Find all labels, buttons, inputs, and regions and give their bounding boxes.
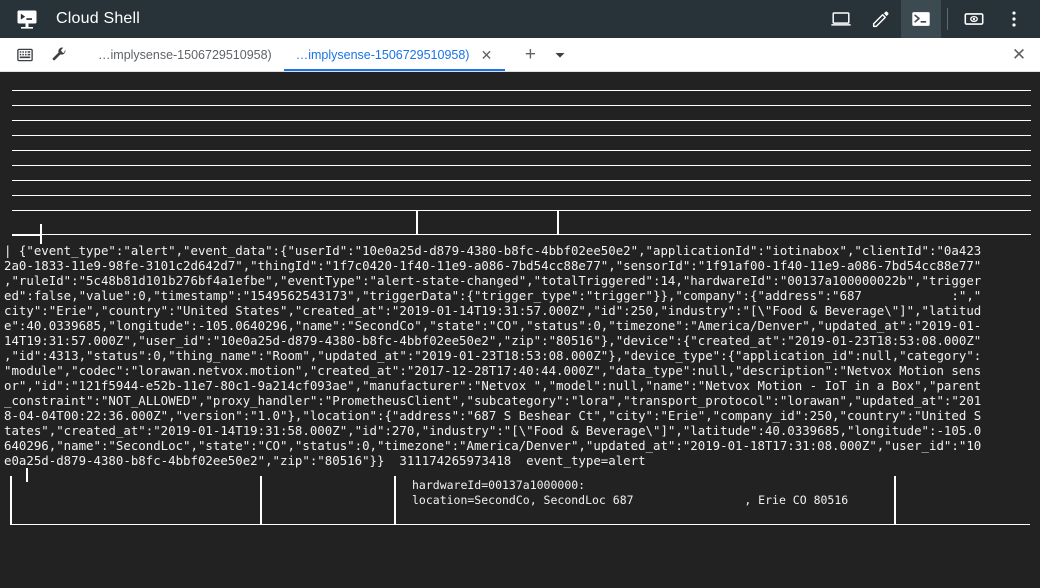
terminal-output-line: e":40.0339685,"longitude":-105.0640296,"… <box>4 318 982 333</box>
wrench-settings-icon[interactable] <box>42 38 76 71</box>
web-preview-icon[interactable] <box>954 0 994 38</box>
detail-box-separator <box>10 476 12 524</box>
terminal-output-line: tates","created_at":"2019-01-14T19:31:58… <box>4 423 982 438</box>
app-header: Cloud Shell <box>0 0 1040 38</box>
detail-box-bottom-rule <box>10 524 1030 525</box>
table-rule <box>12 210 1031 211</box>
header-divider <box>947 8 948 30</box>
terminal-output-line: _constraint":"NOT_ALLOWED","proxy_handle… <box>4 393 982 408</box>
header-left-group: Cloud Shell <box>0 6 140 32</box>
close-tab-icon[interactable]: ✕ <box>479 48 493 62</box>
detail-box-top-tick <box>26 468 28 482</box>
open-new-window-icon[interactable] <box>821 0 861 38</box>
detail-box-separator <box>894 476 896 524</box>
terminal-output-line: 2a0-1833-11e9-98fe-3101c2d642d7","thingI… <box>4 258 982 273</box>
table-rule <box>12 180 1031 181</box>
open-terminal-icon[interactable] <box>901 0 941 38</box>
terminal-tab-1[interactable]: …implysense-1506729510958) <box>86 38 284 71</box>
close-shell-button[interactable]: ✕ <box>998 38 1040 71</box>
table-rule <box>12 135 1031 136</box>
table-rule <box>12 234 1031 235</box>
terminal-viewport[interactable]: | {"event_type":"alert","event_data":{"u… <box>0 72 1040 588</box>
terminal-output: | {"event_type":"alert","event_data":{"u… <box>0 243 1040 468</box>
table-rule <box>12 165 1031 166</box>
detail-block-text: hardwareId=00137a1000000: location=Second… <box>412 478 848 508</box>
on-screen-keyboard-icon[interactable] <box>8 38 42 71</box>
terminal-output-line: ,"ruleId":"5c48b81d101b276bf4a1efbe","ev… <box>4 273 982 288</box>
terminal-output-line: city":"Erie","country":"United States","… <box>4 303 982 318</box>
more-options-icon[interactable] <box>994 0 1034 38</box>
table-rule <box>12 90 1031 91</box>
detail-location: location=SecondCo, SecondLoc 687 , Erie … <box>412 493 849 507</box>
terminal-output-line: ed":false,"value":0,"timestamp":"1549562… <box>4 288 982 303</box>
table-column-separator <box>416 210 418 234</box>
terminal-output-line: 8-04-04T00:22:36.000Z","version":"1.0"},… <box>4 408 982 423</box>
detail-hardware-id: hardwareId=00137a1000000: <box>412 478 586 492</box>
tab-label: …implysense-1506729510958) <box>98 47 272 62</box>
terminal-output-line: 640296,"name":"SecondLoc","state":"CO","… <box>4 438 982 453</box>
table-rule <box>12 195 1031 196</box>
terminal-tabs: …implysense-1506729510958) …implysense-1… <box>86 38 506 71</box>
chevron-down-icon[interactable] <box>547 38 573 71</box>
tab-label: …implysense-1506729510958) <box>295 47 470 62</box>
cloud-shell-terminal-icon <box>14 6 40 32</box>
table-corner-tick <box>40 224 42 244</box>
terminal-output-line: | {"event_type":"alert","event_data":{"u… <box>4 243 982 258</box>
terminal-output-line: or","id":"121f5944-e52b-11e7-80c1-9a214c… <box>4 378 982 393</box>
terminal-output-line: 14T19:31:57.000Z","user_id":"10e0a25d-d8… <box>4 333 982 348</box>
detail-box-separator <box>394 476 396 524</box>
terminal-tab-2[interactable]: …implysense-1506729510958) ✕ <box>283 38 506 71</box>
table-column-separator <box>557 210 559 234</box>
table-rule <box>12 120 1031 121</box>
table-rule <box>12 150 1031 151</box>
terminal-output-line: ,"id":4313,"status":0,"thing_name":"Room… <box>4 348 982 363</box>
terminal-output-line: "module","codec":"lorawan.netvox.motion"… <box>4 363 982 378</box>
terminal-content: | {"event_type":"alert","event_data":{"u… <box>0 72 1040 588</box>
tab-bar: …implysense-1506729510958) …implysense-1… <box>0 38 1040 72</box>
app-title: Cloud Shell <box>56 10 141 27</box>
terminal-output-line: e0a25d-d879-4380-b8fc-4bbf02ee50e2","zip… <box>4 453 646 468</box>
detail-box-separator <box>260 476 262 524</box>
new-tab-button[interactable]: + <box>513 38 547 71</box>
header-actions <box>821 0 1040 38</box>
open-editor-pencil-icon[interactable] <box>861 0 901 38</box>
table-corner-mark <box>12 234 42 236</box>
table-rule <box>12 105 1031 106</box>
